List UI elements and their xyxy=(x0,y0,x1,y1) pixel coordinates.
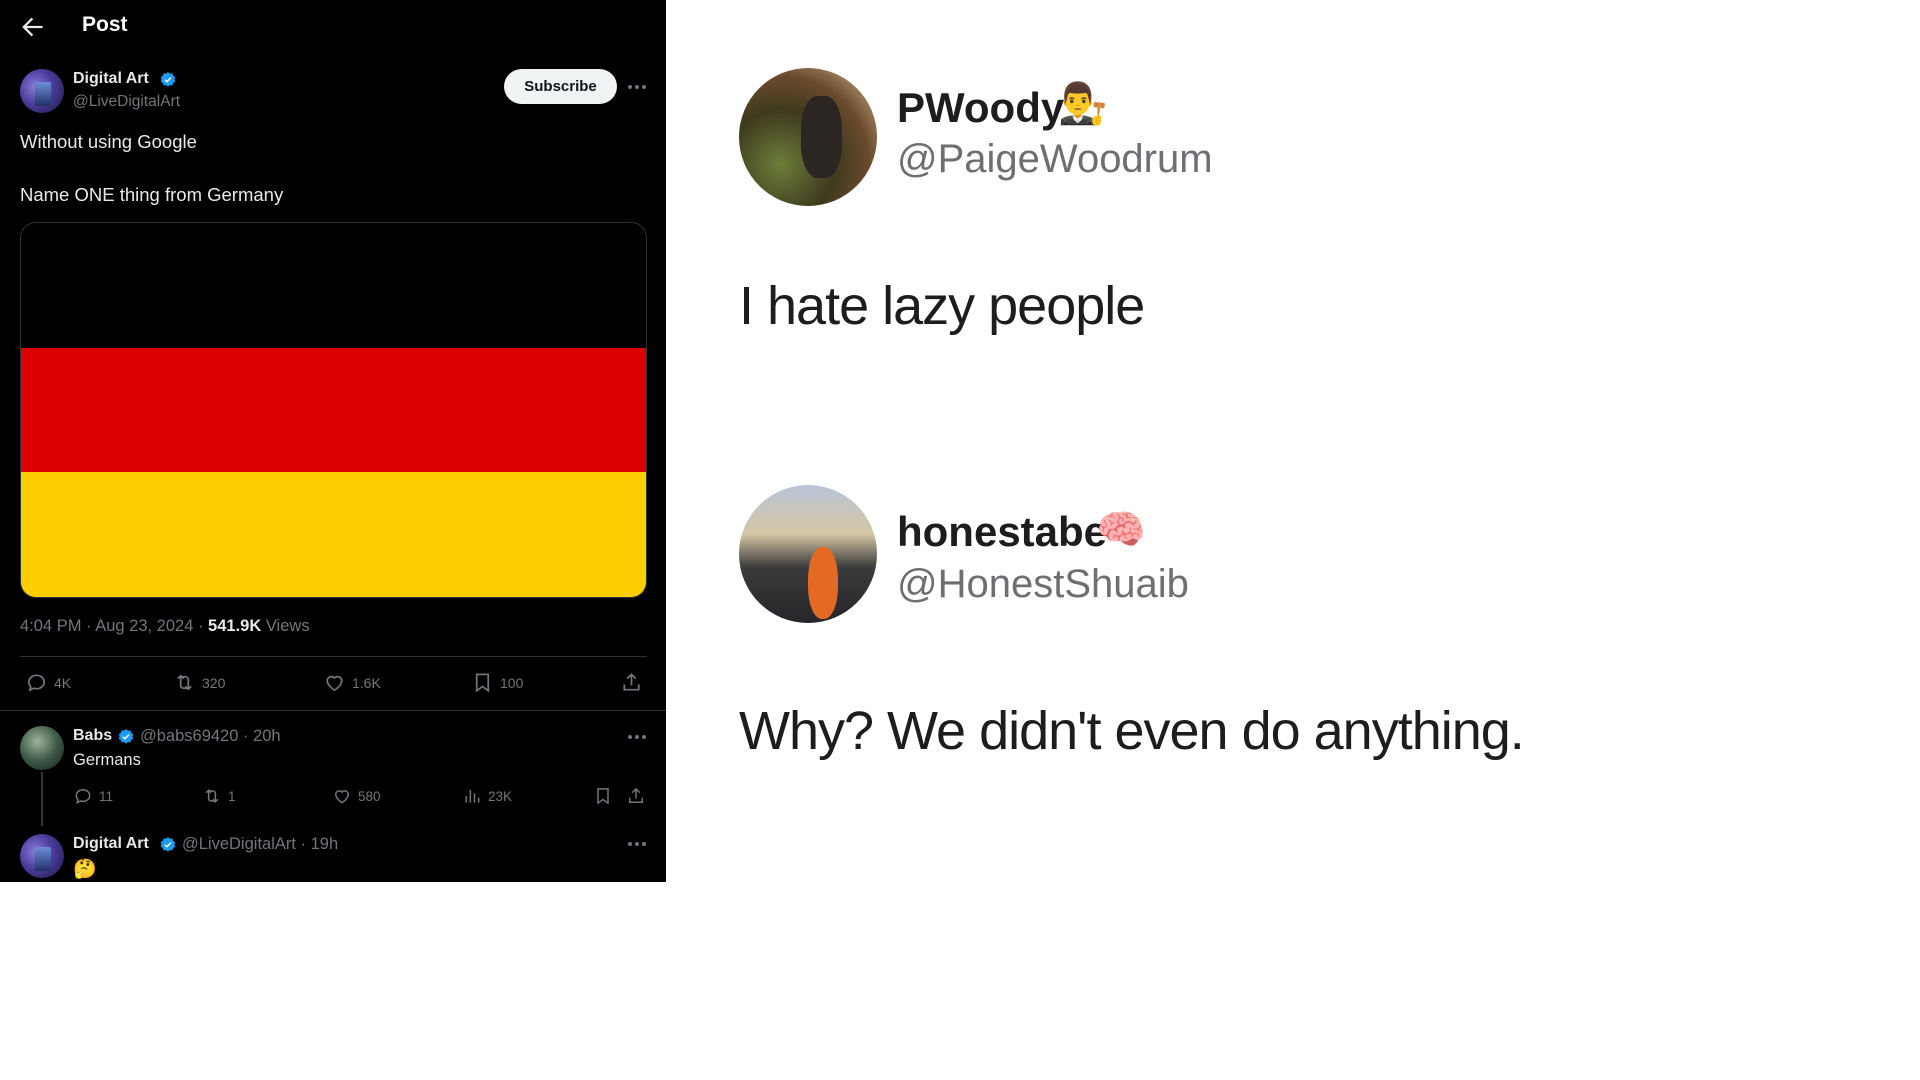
bookmark-button[interactable]: 100 xyxy=(471,671,523,694)
reply-author-name[interactable]: Digital Art xyxy=(73,835,149,853)
subscribe-button[interactable]: Subscribe xyxy=(504,69,617,104)
repost-count: 320 xyxy=(202,674,226,691)
heart-icon xyxy=(326,675,343,692)
avatar[interactable] xyxy=(20,726,64,770)
like-button[interactable]: 580 xyxy=(332,786,381,806)
views-label: Views xyxy=(261,617,310,635)
back-arrow-icon[interactable] xyxy=(18,13,46,41)
repost-button[interactable]: 1 xyxy=(202,786,236,806)
reply-author-handle[interactable]: @LiveDigitalArt · 19h xyxy=(182,835,338,854)
repost-count: 1 xyxy=(228,788,236,804)
bookmark-icon xyxy=(475,673,490,693)
divider xyxy=(20,656,647,657)
reply-icon xyxy=(75,788,91,805)
meme-tweet1-emoji: 👨‍⚖️ xyxy=(1058,82,1108,126)
flag-stripe-red xyxy=(21,347,646,473)
reply-text: Germans xyxy=(73,751,141,769)
post-timestamp[interactable]: 4:04 PM · Aug 23, 2024 · xyxy=(20,617,208,635)
share-button[interactable] xyxy=(626,786,646,806)
share-button[interactable] xyxy=(620,671,643,694)
reply-button[interactable]: 11 xyxy=(73,786,113,806)
reply-text: 🤔 xyxy=(73,859,97,880)
meme-tweet2-text: Why? We didn't even do anything. xyxy=(739,701,1525,761)
verified-badge-icon xyxy=(160,837,176,852)
avatar[interactable] xyxy=(20,834,64,878)
avatar[interactable] xyxy=(20,69,64,113)
reply-count: 11 xyxy=(99,788,114,804)
views-count: 23K xyxy=(488,788,513,804)
like-count: 1.6K xyxy=(352,674,381,691)
meme-tweet2-emoji: 🧠 xyxy=(1096,508,1146,552)
more-options-icon[interactable] xyxy=(626,83,648,91)
like-count: 580 xyxy=(358,788,381,804)
author-handle[interactable]: @LiveDigitalArt xyxy=(73,93,180,111)
meme-image: PWoody 👨‍⚖️ @PaigeWoodrum I hate lazy pe… xyxy=(666,0,1568,882)
thread-line xyxy=(41,772,43,826)
repost-icon xyxy=(205,789,219,803)
meme-tweet1-name: PWoody xyxy=(897,84,1065,131)
meme-tweet2-name: honestabe xyxy=(897,508,1108,555)
more-options-icon[interactable] xyxy=(626,733,648,741)
top-bar: Post xyxy=(0,0,666,54)
repost-icon xyxy=(177,674,192,691)
analytics-icon xyxy=(465,790,480,803)
avatar xyxy=(739,485,877,623)
meme-tweet2-handle: @HonestShuaib xyxy=(897,562,1189,606)
verified-badge-icon xyxy=(160,72,176,87)
views-button[interactable]: 23K xyxy=(462,786,512,806)
more-options-icon[interactable] xyxy=(626,840,648,848)
heart-icon xyxy=(334,790,350,804)
reply-author-handle[interactable]: @babs69420 · 20h xyxy=(140,727,281,746)
like-button[interactable]: 1.6K xyxy=(323,671,381,694)
share-icon xyxy=(629,787,643,803)
divider xyxy=(0,710,666,711)
post-meta: 4:04 PM · Aug 23, 2024 · 541.9K Views xyxy=(20,617,310,636)
post-text-line-1: Without using Google xyxy=(20,131,197,152)
bookmark-count: 100 xyxy=(500,674,524,691)
share-icon xyxy=(623,673,640,691)
meme-tweet1-handle: @PaigeWoodrum xyxy=(897,137,1213,181)
avatar xyxy=(739,68,877,206)
reply-count: 4K xyxy=(54,674,72,691)
reply-author-name[interactable]: Babs xyxy=(73,727,112,745)
page-title: Post xyxy=(82,13,128,36)
reply-icon xyxy=(27,674,46,692)
reply-button[interactable]: 4K xyxy=(25,671,71,694)
post-text-line-2: Name ONE thing from Germany xyxy=(20,184,284,205)
germany-flag-image[interactable] xyxy=(20,222,647,598)
meme-tweet1-text: I hate lazy people xyxy=(739,276,1145,336)
post-panel: Post Digital Art @LiveDigitalArt Subscri… xyxy=(0,0,666,882)
repost-button[interactable]: 320 xyxy=(173,671,225,694)
verified-badge-icon xyxy=(118,729,134,744)
bookmark-button[interactable] xyxy=(593,786,613,806)
author-name[interactable]: Digital Art xyxy=(73,70,149,88)
flag-stripe-black xyxy=(21,223,646,348)
views-count: 541.9K xyxy=(208,617,262,635)
bookmark-icon xyxy=(597,788,609,805)
flag-stripe-gold xyxy=(21,472,646,597)
